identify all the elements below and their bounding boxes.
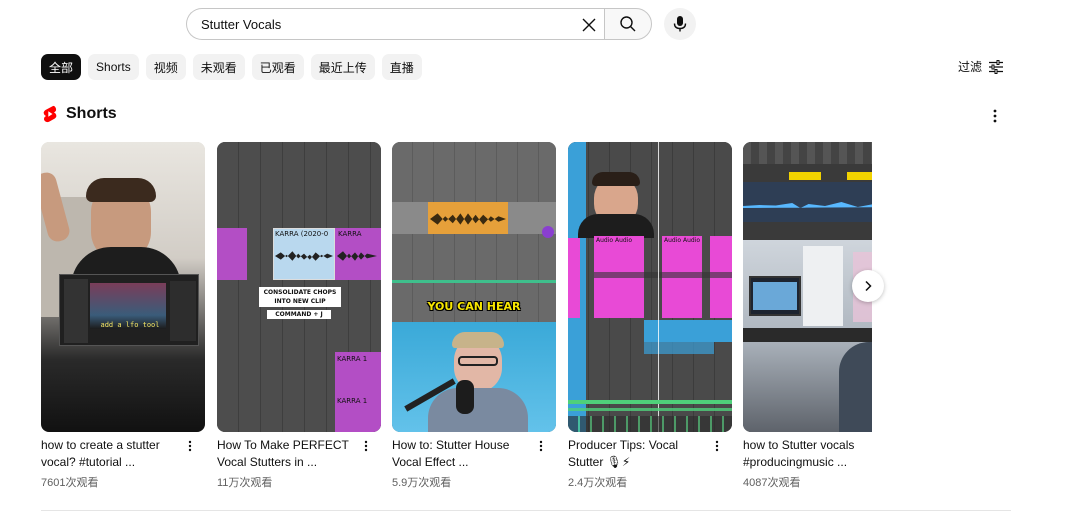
more-vert-icon [364,440,368,452]
thumbnail-label: Audio Audio [596,237,633,244]
section-divider [41,510,1011,511]
short-card: how to Stutter vocals #producingmusic ..… [743,142,872,490]
more-vert-icon [539,440,543,452]
short-views: 4087次观看 [743,477,801,489]
search-button[interactable] [604,8,652,40]
short-card: add a lfo tool how to create a stutter v… [41,142,205,490]
more-vert-icon [188,440,192,452]
filter-chips: 全部 Shorts 视频 未观看 已观看 最近上传 直播 [41,54,422,80]
chip-recently-uploaded[interactable]: 最近上传 [310,54,375,80]
chip-videos[interactable]: 视频 [145,54,186,80]
section-more-button[interactable] [985,106,1005,126]
shorts-section-header: Shorts [42,105,117,123]
short-more-button[interactable] [181,437,199,455]
search-box [186,8,604,40]
short-title[interactable]: how to Stutter vocals #producingmusic ..… [743,437,872,471]
chip-unwatched[interactable]: 未观看 [192,54,245,80]
shelf-next-button[interactable] [852,270,884,302]
short-more-button[interactable] [708,437,726,455]
thumbnail-label: KARRA 1 [337,397,368,405]
short-thumbnail[interactable]: add a lfo tool [41,142,205,432]
short-thumbnail[interactable]: KARRA (2020-0 KARRA CONSOLIDATE CHOPS IN… [217,142,381,432]
chip-shorts[interactable]: Shorts [88,54,139,80]
thumbnail-caption: YOU CAN HEAR [427,300,521,313]
short-title[interactable]: how to create a stutter vocal? #tutorial… [41,437,179,471]
close-icon [582,18,596,32]
chevron-right-icon [865,280,872,292]
thumbnail-caption-line: CONSOLIDATE CHOPS [263,289,337,296]
thumbnail-label: KARRA 1 [337,355,368,363]
short-title[interactable]: How To Make PERFECT Vocal Stutters in ..… [217,437,355,471]
short-card: KARRA (2020-0 KARRA CONSOLIDATE CHOPS IN… [217,142,381,490]
microphone-icon [673,16,687,32]
search-bar [186,8,696,40]
chip-live[interactable]: 直播 [381,54,422,80]
more-vert-icon [993,109,997,123]
thumbnail-caption-line: INTO NEW CLIP [274,298,326,305]
thumbnail-label: KARRA [338,230,362,238]
short-views: 2.4万次观看 [568,477,628,489]
short-views: 7601次观看 [41,477,99,489]
short-thumbnail[interactable]: Audio Audio Audio Audio [568,142,732,432]
voice-search-button[interactable] [664,8,696,40]
short-views: 11万次观看 [217,477,273,489]
more-vert-icon [715,440,719,452]
clear-search-button[interactable] [578,14,600,36]
short-card: YOU CAN HEAR How to: Stutter House Vocal… [392,142,556,490]
short-title[interactable]: How to: Stutter House Vocal Effect ... [392,437,530,471]
short-thumbnail[interactable]: YOU CAN HEAR [392,142,556,432]
thumbnail-caption: COMMAND + J [267,310,331,319]
thumbnail-caption: CONSOLIDATE CHOPS INTO NEW CLIP [259,287,341,307]
short-views: 5.9万次观看 [392,477,452,489]
filter-button[interactable]: 过滤 [958,58,1004,75]
thumbnail-caption: add a lfo tool [100,321,160,329]
short-card: Audio Audio Audio Audio Producer Tips: V… [568,142,732,490]
chip-all[interactable]: 全部 [41,54,82,80]
filter-label: 过滤 [958,60,983,74]
shorts-shelf: add a lfo tool how to create a stutter v… [41,142,872,492]
chip-watched[interactable]: 已观看 [251,54,304,80]
search-icon [620,16,636,32]
thumbnail-label: KARRA (2020-0 [275,230,329,238]
short-more-button[interactable] [532,437,550,455]
sliders-icon [989,59,1004,74]
shorts-logo-icon [43,105,57,123]
short-more-button[interactable] [357,437,375,455]
short-title[interactable]: Producer Tips: Vocal Stutter 🎙⚡ [568,437,706,471]
shorts-title: Shorts [66,105,117,122]
search-input[interactable] [201,16,561,32]
thumbnail-label: Audio Audio [664,237,701,244]
